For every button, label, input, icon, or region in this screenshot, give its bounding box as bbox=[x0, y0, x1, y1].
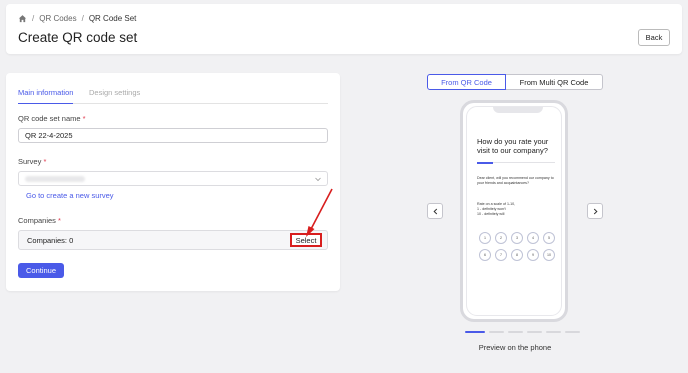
pager-dot-active[interactable] bbox=[465, 331, 485, 333]
survey-label-text: Survey bbox=[18, 157, 42, 166]
required-mark: * bbox=[43, 157, 47, 166]
home-icon[interactable] bbox=[18, 14, 27, 23]
name-label: QR code set name * bbox=[18, 114, 86, 123]
rating-option: 6 bbox=[479, 249, 491, 261]
required-mark: * bbox=[82, 114, 86, 123]
tab-main-information[interactable]: Main information bbox=[18, 88, 74, 104]
rating-option: 2 bbox=[495, 232, 507, 244]
pager-dot[interactable] bbox=[546, 331, 561, 333]
survey-label: Survey * bbox=[18, 157, 46, 166]
breadcrumb-separator: / bbox=[81, 14, 84, 23]
continue-button[interactable]: Continue bbox=[18, 263, 64, 278]
rating-option: 8 bbox=[511, 249, 523, 261]
next-button[interactable] bbox=[587, 203, 603, 219]
companies-label-text: Companies bbox=[18, 216, 56, 225]
phone-notch bbox=[493, 107, 543, 113]
name-input-value: QR 22-4-2025 bbox=[25, 131, 73, 140]
companies-label: Companies * bbox=[18, 216, 61, 225]
breadcrumb-item-current: QR Code Set bbox=[88, 14, 137, 23]
rating-option: 10 bbox=[543, 249, 555, 261]
question-scale: Rate on a scale of 1-10, 1 - definitely … bbox=[477, 202, 557, 218]
form-card: Main information Design settings QR code… bbox=[6, 73, 340, 291]
companies-field: Companies: 0 Select bbox=[18, 230, 328, 250]
question-title: How do you rate your visit to our compan… bbox=[477, 137, 549, 155]
pager-dot[interactable] bbox=[508, 331, 523, 333]
rating-option: 7 bbox=[495, 249, 507, 261]
page-title: Create QR code set bbox=[18, 30, 138, 45]
rating-option: 3 bbox=[511, 232, 523, 244]
phone-preview: How do you rate your visit to our compan… bbox=[460, 100, 568, 322]
companies-count: Companies: 0 bbox=[27, 236, 74, 245]
rating-scale: 1 2 3 4 5 6 7 8 9 10 bbox=[479, 232, 559, 261]
tab-design-settings[interactable]: Design settings bbox=[89, 88, 140, 104]
back-button[interactable]: Back bbox=[638, 29, 670, 46]
preview-pager bbox=[465, 331, 580, 333]
chevron-right-icon bbox=[593, 208, 598, 214]
toggle-from-multi-qr-code[interactable]: From Multi QR Code bbox=[506, 74, 603, 90]
red-arrow-icon bbox=[306, 188, 333, 237]
phone-screen: How do you rate your visit to our compan… bbox=[466, 106, 562, 316]
breadcrumb: / QR Codes / QR Code Set bbox=[18, 14, 136, 23]
scale-high: 10 - definitely will bbox=[477, 212, 505, 217]
question-description: Dear client, will you recommend our comp… bbox=[477, 176, 554, 186]
breadcrumb-item-qr-codes[interactable]: QR Codes bbox=[39, 14, 76, 23]
required-mark: * bbox=[58, 216, 61, 225]
rating-option: 5 bbox=[543, 232, 555, 244]
preview-label: Preview on the phone bbox=[478, 343, 552, 352]
previous-button[interactable] bbox=[427, 203, 443, 219]
chevron-down-icon bbox=[315, 177, 321, 182]
rating-option: 1 bbox=[479, 232, 491, 244]
rating-option: 9 bbox=[527, 249, 539, 261]
survey-select[interactable] bbox=[18, 171, 328, 186]
pager-dot[interactable] bbox=[489, 331, 504, 333]
preview-toggle: From QR Code From Multi QR Code bbox=[427, 74, 603, 90]
survey-selected-value-blurred bbox=[25, 176, 85, 182]
name-label-text: QR code set name bbox=[18, 114, 81, 123]
tabs: Main information Design settings bbox=[18, 88, 328, 104]
header-card: / QR Codes / QR Code Set Create QR code … bbox=[6, 4, 682, 54]
toggle-from-qr-code[interactable]: From QR Code bbox=[427, 74, 506, 90]
name-input[interactable]: QR 22-4-2025 bbox=[18, 128, 328, 143]
breadcrumb-separator: / bbox=[32, 14, 35, 23]
pager-dot[interactable] bbox=[527, 331, 542, 333]
rating-option: 4 bbox=[527, 232, 539, 244]
chevron-left-icon bbox=[432, 208, 437, 214]
question-divider-accent bbox=[477, 161, 493, 164]
create-survey-link[interactable]: Go to create a new survey bbox=[26, 191, 114, 200]
pager-dot[interactable] bbox=[565, 331, 580, 333]
